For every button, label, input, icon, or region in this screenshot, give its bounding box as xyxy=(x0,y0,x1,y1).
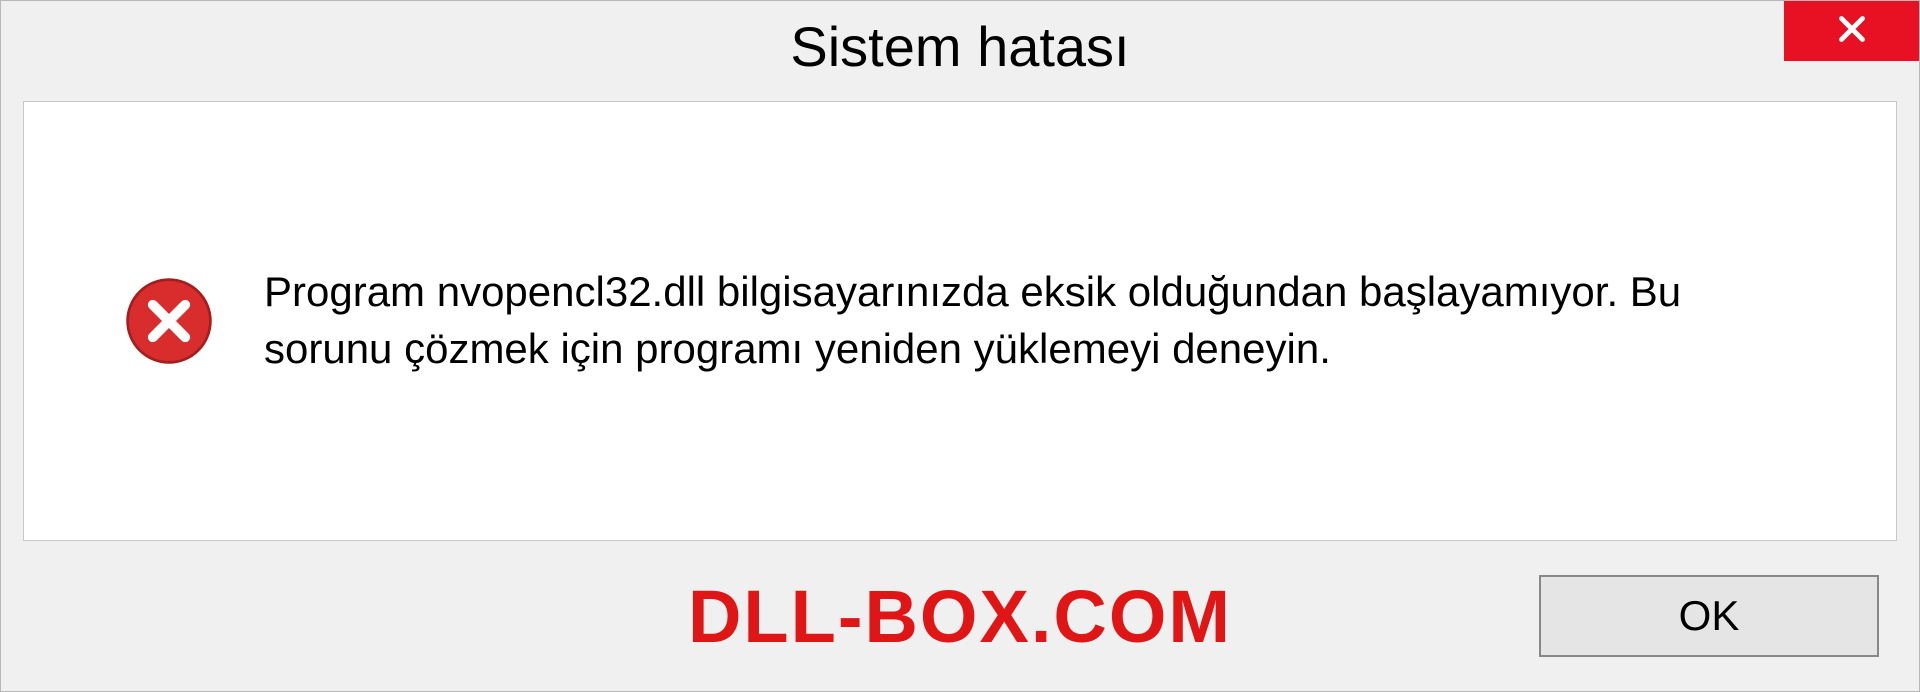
ok-button[interactable]: OK xyxy=(1539,575,1879,657)
watermark-text: DLL-BOX.COM xyxy=(688,574,1232,659)
dialog-title: Sistem hatası xyxy=(790,14,1129,79)
footer: DLL-BOX.COM OK xyxy=(1,541,1919,691)
error-dialog: Sistem hatası Program nvopencl32.dll bil… xyxy=(0,0,1920,692)
close-icon xyxy=(1834,11,1870,52)
error-message: Program nvopencl32.dll bilgisayarınızda … xyxy=(264,264,1816,377)
close-button[interactable] xyxy=(1784,1,1919,61)
error-icon xyxy=(124,276,214,366)
titlebar: Sistem hatası xyxy=(1,1,1919,91)
content-panel: Program nvopencl32.dll bilgisayarınızda … xyxy=(23,101,1897,541)
